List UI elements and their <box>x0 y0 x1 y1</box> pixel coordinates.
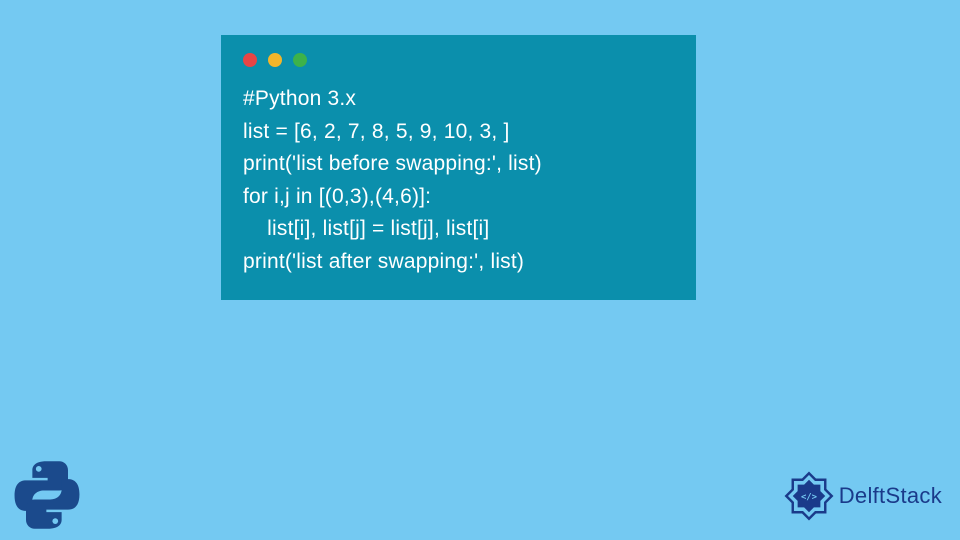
delftstack-badge-icon: </> <box>783 470 835 522</box>
traffic-lights <box>243 53 674 67</box>
minimize-dot-icon <box>268 53 282 67</box>
code-line-1: #Python 3.x <box>243 87 356 110</box>
close-dot-icon <box>243 53 257 67</box>
brand-name: DelftStack <box>839 483 942 509</box>
code-line-2: list = [6, 2, 7, 8, 5, 9, 10, 3, ] <box>243 120 510 143</box>
code-window: #Python 3.x list = [6, 2, 7, 8, 5, 9, 10… <box>221 35 696 300</box>
code-line-5: list[i], list[j] = list[j], list[i] <box>243 217 489 240</box>
code-line-3: print('list before swapping:', list) <box>243 152 542 175</box>
code-line-6: print('list after swapping:', list) <box>243 250 524 273</box>
code-block: #Python 3.x list = [6, 2, 7, 8, 5, 9, 10… <box>243 83 674 278</box>
python-logo-icon <box>12 460 82 530</box>
maximize-dot-icon <box>293 53 307 67</box>
code-line-4: for i,j in [(0,3),(4,6)]: <box>243 185 431 208</box>
delftstack-logo: </> DelftStack <box>783 470 942 522</box>
svg-text:</>: </> <box>801 492 817 502</box>
